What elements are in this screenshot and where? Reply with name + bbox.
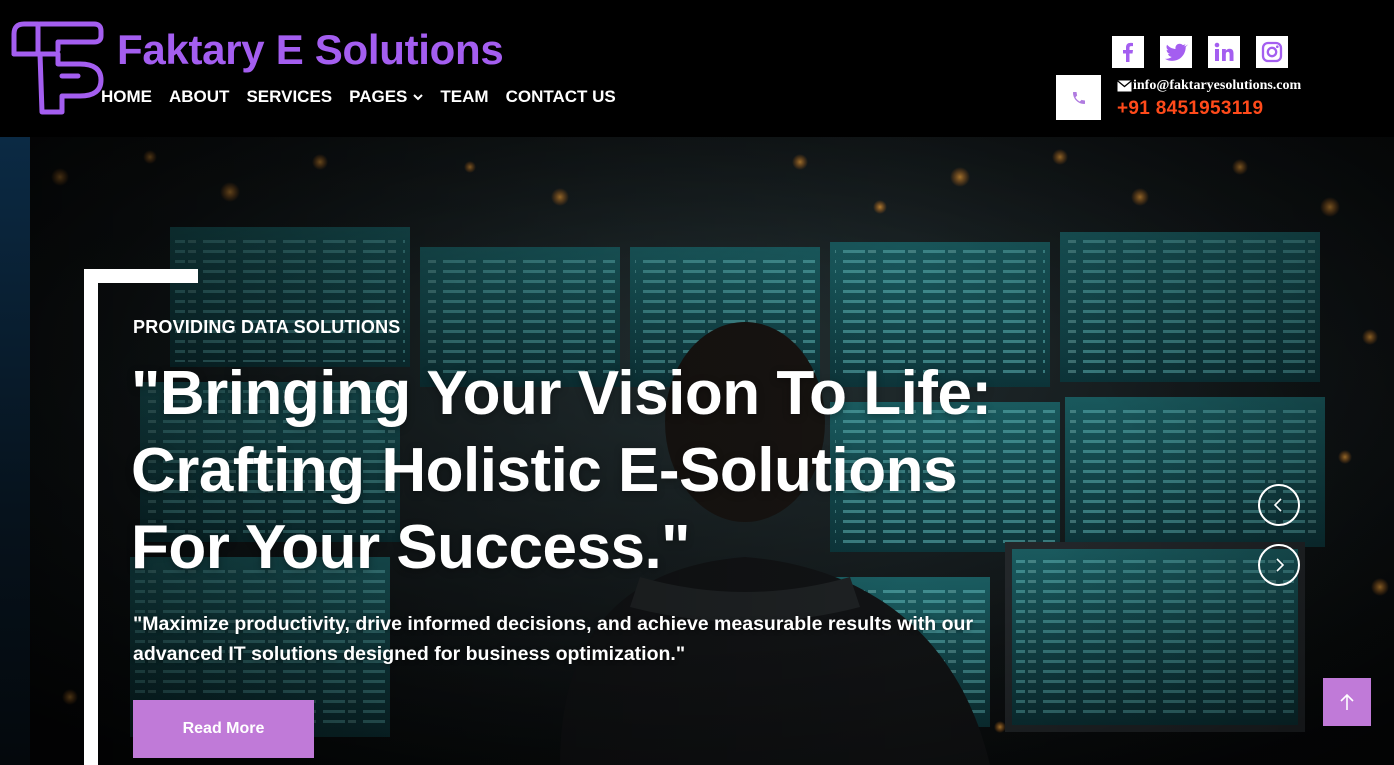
email-address: info@faktaryesolutions.com <box>1133 78 1302 93</box>
nav-contact-us[interactable]: CONTACT US <box>506 87 616 107</box>
nav-about-label: ABOUT <box>169 87 230 106</box>
chevron-down-icon <box>413 94 424 101</box>
phone-call-button[interactable] <box>1056 75 1101 120</box>
main-nav: HOME ABOUT SERVICES PAGES TEAM CONTACT U… <box>101 87 633 107</box>
instagram-icon <box>1261 41 1283 63</box>
facebook-link[interactable] <box>1112 36 1144 68</box>
nav-home[interactable]: HOME <box>101 87 152 107</box>
nav-contact-label: CONTACT US <box>505 87 616 106</box>
nav-services-label: SERVICES <box>246 87 333 106</box>
envelope-icon <box>1117 80 1132 92</box>
accent-frame-left <box>84 269 98 765</box>
chevron-right-icon <box>1276 558 1285 572</box>
twitter-link[interactable] <box>1160 36 1192 68</box>
hero-headline: "Bringing Your Vision To Life: Crafting … <box>131 359 992 582</box>
slider-prev-button[interactable] <box>1258 484 1300 526</box>
phone-icon <box>1072 91 1085 104</box>
hero-kicker: PROVIDING DATA SOLUTIONS <box>133 317 401 337</box>
hero-slider: PROVIDING DATA SOLUTIONS "Bringing Your … <box>0 137 1394 765</box>
hero-subtext: "Maximize productivity, drive informed d… <box>133 613 974 665</box>
nav-pages[interactable]: PAGES <box>349 87 424 107</box>
twitter-icon <box>1164 43 1188 61</box>
instagram-link[interactable] <box>1256 36 1288 68</box>
nav-about[interactable]: ABOUT <box>169 87 229 107</box>
nav-team[interactable]: TEAM <box>440 87 488 107</box>
nav-services[interactable]: SERVICES <box>246 87 332 107</box>
linkedin-icon <box>1214 42 1234 61</box>
previous-slide-edge <box>0 137 30 765</box>
email-contact[interactable]: info@faktaryesolutions.com <box>1117 78 1301 94</box>
nav-team-label: TEAM <box>440 87 489 106</box>
chevron-left-icon <box>1273 498 1282 512</box>
site-header: Faktary E Solutions HOME ABOUT SERVICES … <box>0 0 1394 137</box>
nav-pages-label: PAGES <box>349 87 408 106</box>
accent-frame-top <box>84 269 198 283</box>
facebook-icon <box>1123 42 1133 62</box>
read-more-button[interactable]: Read More <box>133 700 314 758</box>
slider-next-button[interactable] <box>1258 544 1300 586</box>
social-links <box>1112 36 1304 68</box>
nav-home-label: HOME <box>101 87 152 106</box>
linkedin-link[interactable] <box>1208 36 1240 68</box>
faktary-logo-icon[interactable] <box>10 20 104 116</box>
arrow-up-icon <box>1340 693 1354 710</box>
scroll-to-top-button[interactable] <box>1323 678 1371 726</box>
brand-name[interactable]: Faktary E Solutions <box>117 26 504 74</box>
phone-number[interactable]: +91 8451953119 <box>1117 98 1263 120</box>
